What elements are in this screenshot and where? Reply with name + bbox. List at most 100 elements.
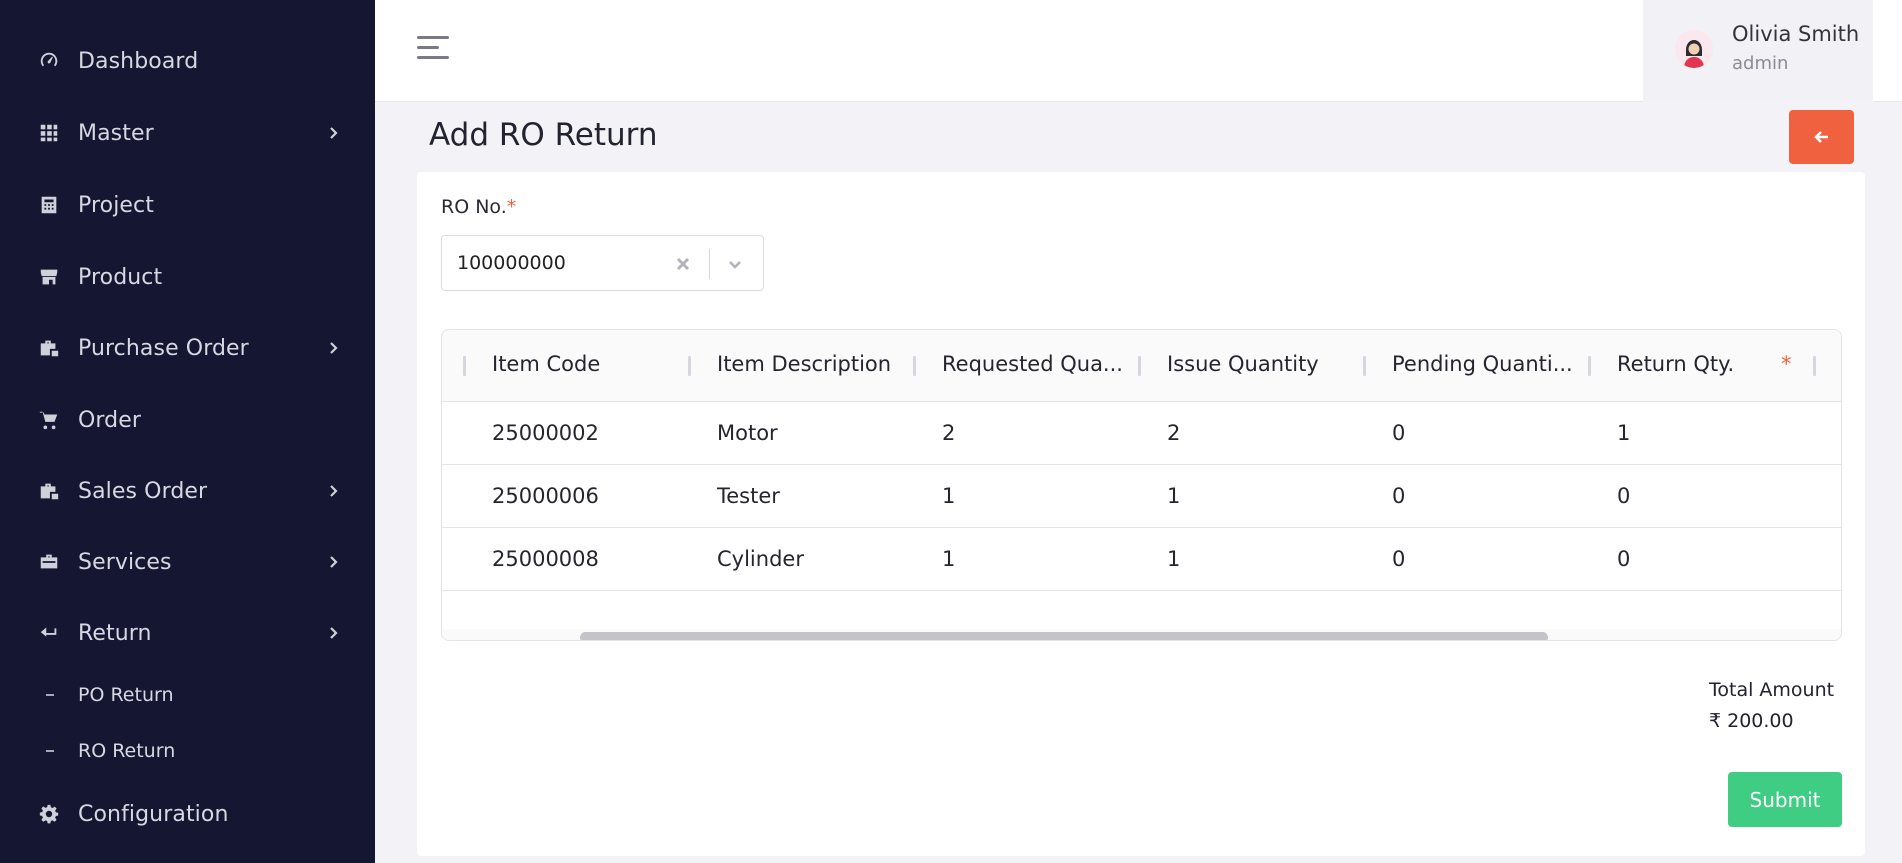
clear-icon[interactable] bbox=[672, 253, 694, 275]
sidebar-item-label: Project bbox=[78, 192, 154, 218]
chevron-right-icon bbox=[324, 123, 344, 143]
required-mark: * bbox=[1781, 352, 1792, 376]
chevron-right-icon bbox=[324, 623, 344, 643]
sidebar-item-services[interactable]: Services bbox=[0, 532, 375, 592]
sidebar-item-return[interactable]: Return bbox=[0, 603, 375, 663]
column-separator[interactable] bbox=[688, 356, 691, 376]
cell-pending-quantity: 0 bbox=[1392, 421, 1406, 445]
cell-issue-quantity: 2 bbox=[1167, 421, 1181, 445]
total-amount-label: Total Amount bbox=[1709, 679, 1835, 701]
store-icon bbox=[37, 265, 61, 289]
scrollbar-thumb[interactable] bbox=[580, 632, 1548, 640]
briefcase-icon bbox=[37, 336, 61, 360]
column-header-requested-quantity[interactable]: Requested Qua... bbox=[942, 352, 1132, 376]
sidebar-subitem-label: RO Return bbox=[78, 740, 176, 762]
cell-issue-quantity: 1 bbox=[1167, 547, 1181, 571]
ro-number-select[interactable]: 100000000 bbox=[441, 235, 764, 291]
calculator-icon bbox=[37, 193, 61, 217]
chevron-right-icon bbox=[324, 338, 344, 358]
sidebar-item-label: Dashboard bbox=[78, 48, 199, 74]
back-button[interactable] bbox=[1789, 110, 1854, 164]
cell-requested-quantity: 1 bbox=[942, 547, 956, 571]
column-header-return-qty[interactable]: Return Qty. bbox=[1617, 352, 1767, 376]
user-name: Olivia Smith bbox=[1732, 22, 1860, 46]
cell-item-description: Cylinder bbox=[717, 547, 804, 571]
table-header: Item Code Item Description Requested Qua… bbox=[442, 330, 1841, 402]
sidebar: Dashboard Master Project Product Purchas… bbox=[0, 0, 375, 863]
top-header: Olivia Smith admin bbox=[375, 0, 1902, 102]
sidebar-subitem-po-return[interactable]: PO Return bbox=[0, 673, 375, 717]
cell-item-code: 25000008 bbox=[492, 547, 599, 571]
cell-issue-quantity: 1 bbox=[1167, 484, 1181, 508]
arrow-left-icon bbox=[1813, 131, 1828, 143]
briefcase-icon bbox=[37, 479, 61, 503]
sidebar-item-label: Configuration bbox=[78, 801, 229, 827]
column-header-issue-quantity[interactable]: Issue Quantity bbox=[1167, 352, 1357, 376]
cart-icon bbox=[37, 408, 61, 432]
table-row: 25000002 Motor 2 2 0 1 bbox=[442, 402, 1841, 465]
sidebar-item-label: Order bbox=[78, 407, 142, 433]
sidebar-item-purchase-order[interactable]: Purchase Order bbox=[0, 318, 375, 378]
column-separator[interactable] bbox=[1813, 356, 1816, 376]
ro-number-label: RO No.* bbox=[441, 196, 516, 218]
sidebar-subitem-ro-return[interactable]: RO Return bbox=[0, 729, 375, 773]
items-table: Item Code Item Description Requested Qua… bbox=[441, 329, 1842, 641]
cell-pending-quantity: 0 bbox=[1392, 547, 1406, 571]
column-header-item-code[interactable]: Item Code bbox=[492, 352, 682, 376]
gear-icon bbox=[37, 802, 61, 826]
speedometer-icon bbox=[37, 49, 61, 73]
chevron-down-icon[interactable] bbox=[724, 253, 746, 275]
sidebar-item-configuration[interactable]: Configuration bbox=[0, 784, 375, 844]
column-separator[interactable] bbox=[1363, 356, 1366, 376]
ro-number-value: 100000000 bbox=[457, 252, 566, 274]
column-header-item-description[interactable]: Item Description bbox=[717, 352, 907, 376]
cell-item-code: 25000006 bbox=[492, 484, 599, 508]
menu-toggle-icon[interactable] bbox=[417, 36, 451, 62]
sidebar-item-label: Purchase Order bbox=[78, 335, 249, 361]
cell-item-description: Tester bbox=[717, 484, 780, 508]
column-separator[interactable] bbox=[913, 356, 916, 376]
chevron-right-icon bbox=[324, 552, 344, 572]
sidebar-item-label: Master bbox=[78, 120, 154, 146]
chevron-right-icon bbox=[324, 481, 344, 501]
submit-button[interactable]: Submit bbox=[1728, 772, 1842, 827]
cell-return-qty[interactable]: 0 bbox=[1617, 484, 1630, 508]
horizontal-scrollbar[interactable] bbox=[442, 629, 1841, 640]
sidebar-item-sales-order[interactable]: Sales Order bbox=[0, 461, 375, 521]
select-separator bbox=[709, 249, 710, 279]
sidebar-item-dashboard[interactable]: Dashboard bbox=[0, 31, 375, 91]
column-header-pending-quantity[interactable]: Pending Quanti... bbox=[1392, 352, 1582, 376]
sidebar-item-project[interactable]: Project bbox=[0, 175, 375, 235]
cell-requested-quantity: 1 bbox=[942, 484, 956, 508]
avatar bbox=[1675, 30, 1713, 68]
sidebar-item-master[interactable]: Master bbox=[0, 103, 375, 163]
column-separator[interactable] bbox=[1138, 356, 1141, 376]
sidebar-subitem-label: PO Return bbox=[78, 684, 174, 706]
column-separator[interactable] bbox=[463, 356, 466, 376]
cell-pending-quantity: 0 bbox=[1392, 484, 1406, 508]
user-role: admin bbox=[1732, 53, 1789, 74]
cell-requested-quantity: 2 bbox=[942, 421, 956, 445]
grid-icon bbox=[37, 121, 61, 145]
required-mark: * bbox=[506, 196, 517, 218]
sidebar-item-label: Product bbox=[78, 264, 163, 290]
cell-item-code: 25000002 bbox=[492, 421, 599, 445]
cell-return-qty[interactable]: 1 bbox=[1617, 421, 1630, 445]
return-arrow-icon bbox=[37, 621, 61, 645]
sidebar-item-product[interactable]: Product bbox=[0, 247, 375, 307]
dash-icon bbox=[46, 750, 54, 752]
cell-return-qty[interactable]: 0 bbox=[1617, 547, 1630, 571]
table-row: 25000006 Tester 1 1 0 0 bbox=[442, 465, 1841, 528]
user-menu[interactable]: Olivia Smith admin bbox=[1643, 0, 1873, 102]
column-separator[interactable] bbox=[1588, 356, 1591, 376]
sidebar-item-label: Sales Order bbox=[78, 478, 208, 504]
ro-number-label-text: RO No. bbox=[441, 196, 507, 218]
form-card: RO No.* 100000000 Item Code Item Descrip… bbox=[417, 172, 1865, 856]
table-row: 25000008 Cylinder 1 1 0 0 bbox=[442, 528, 1841, 591]
cell-item-description: Motor bbox=[717, 421, 778, 445]
total-amount-value: ₹ 200.00 bbox=[1709, 710, 1794, 732]
sidebar-item-order[interactable]: Order bbox=[0, 390, 375, 450]
sidebar-item-label: Services bbox=[78, 549, 172, 575]
dash-icon bbox=[46, 694, 54, 696]
page-title: Add RO Return bbox=[429, 117, 658, 153]
